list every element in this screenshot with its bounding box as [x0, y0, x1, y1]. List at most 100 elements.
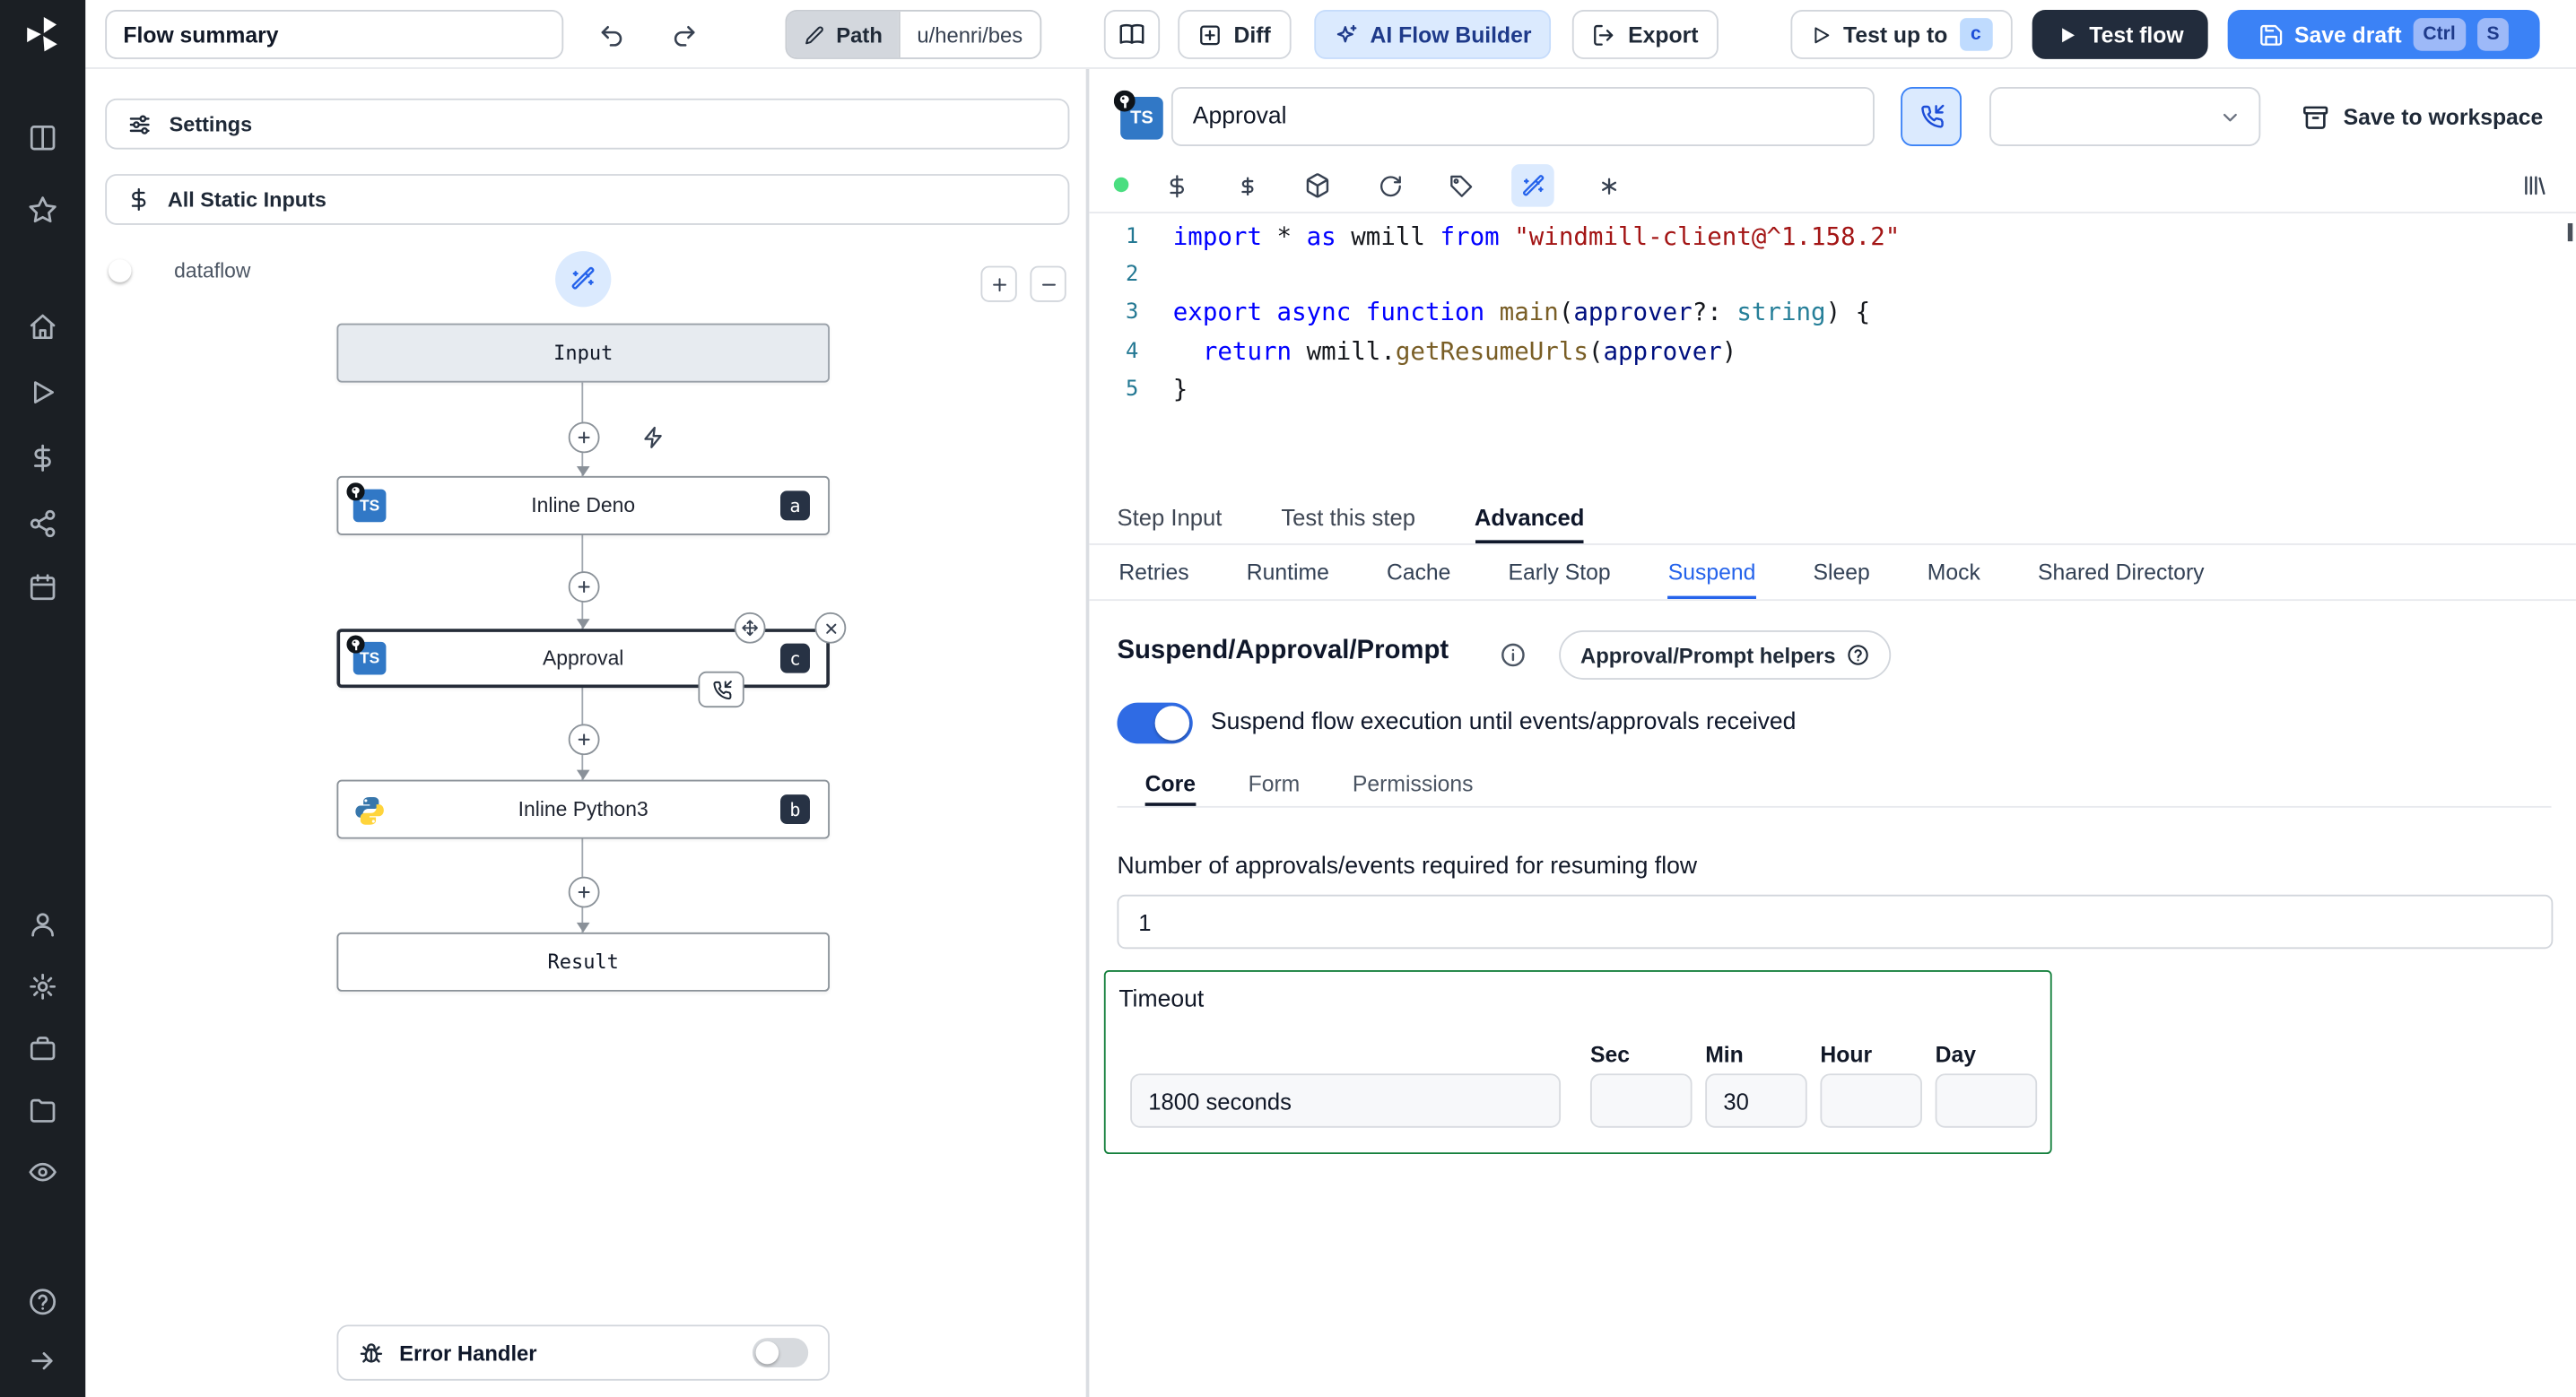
tab-core[interactable]: Core [1145, 763, 1196, 806]
redo-button[interactable] [656, 10, 711, 59]
static-inputs-button[interactable]: All Static Inputs [105, 174, 1070, 225]
nav-variables[interactable] [0, 435, 85, 481]
play-icon [1810, 24, 1832, 46]
tab-advanced[interactable]: Advanced [1475, 490, 1585, 543]
help-icon [28, 1287, 57, 1316]
timeout-day-input[interactable] [1935, 1073, 2038, 1128]
flow-settings-button[interactable]: Settings [105, 98, 1070, 150]
suspend-indicator-badge[interactable] [698, 671, 744, 708]
add-step-button[interactable] [567, 421, 599, 453]
nav-resources[interactable] [0, 500, 85, 546]
format-button[interactable] [1587, 164, 1630, 207]
panel-splitter[interactable] [1085, 68, 1090, 1397]
nav-help[interactable] [0, 1279, 85, 1324]
tab-retries[interactable]: Retries [1118, 545, 1188, 599]
add-step-button[interactable] [567, 723, 599, 755]
test-up-to-button[interactable]: Test up to c [1790, 9, 2013, 59]
suspend-toggle-button[interactable] [1901, 87, 1962, 146]
scrollbar-marker[interactable] [2566, 222, 2573, 242]
help-icon [1847, 644, 1870, 667]
code-editor[interactable]: 12345 import * as wmill from "windmill-c… [1089, 213, 2576, 486]
tab-shared-directory[interactable]: Shared Directory [2038, 545, 2205, 599]
left-nav-sidebar [0, 0, 86, 1397]
save-draft-button[interactable]: Save draft Ctrl S [2227, 9, 2540, 59]
windmill-logo-icon[interactable] [22, 13, 65, 56]
diff-button[interactable]: Diff [1178, 9, 1291, 59]
asterisk-icon [1596, 173, 1620, 197]
dependencies-button[interactable] [1296, 164, 1339, 207]
nav-audit[interactable] [0, 1150, 85, 1195]
library-icon [2522, 172, 2548, 198]
tab-mock[interactable]: Mock [1928, 545, 1980, 599]
topbar: Path u/henri/bes Diff AI Flow Builder Ex… [85, 0, 2576, 69]
save-draft-label: Save draft [2294, 22, 2402, 48]
step-name-input[interactable] [1171, 87, 1875, 146]
error-handler-row[interactable]: Error Handler [336, 1324, 830, 1381]
nav-folders[interactable] [0, 1089, 85, 1134]
timeout-hour-input[interactable] [1820, 1073, 1922, 1128]
nav-board[interactable] [0, 115, 85, 161]
timeout-summary-input[interactable] [1130, 1073, 1562, 1128]
arrow-down-icon [575, 465, 589, 476]
diff-icon [1197, 22, 1222, 47]
approval-prompt-helpers-button[interactable]: Approval/Prompt helpers [1559, 630, 1892, 680]
flow-node-result[interactable]: Result [336, 932, 830, 992]
tag-button[interactable] [1439, 164, 1482, 207]
tab-test-this-step[interactable]: Test this step [1281, 490, 1415, 543]
nav-workers[interactable] [0, 1026, 85, 1072]
plus-icon [574, 577, 592, 595]
add-step-button[interactable] [567, 570, 599, 602]
tab-step-input[interactable]: Step Input [1117, 490, 1222, 543]
flow-summary-input[interactable] [105, 9, 564, 59]
nav-favorites[interactable] [0, 187, 85, 233]
tab-permissions[interactable]: Permissions [1353, 763, 1474, 806]
phone-incoming-icon [710, 679, 732, 700]
helpers-button-label: Approval/Prompt helpers [1580, 642, 1836, 668]
nav-runs[interactable] [0, 369, 85, 415]
undo-button[interactable] [583, 10, 639, 59]
add-variable-button[interactable] [1155, 164, 1198, 207]
add-step-button[interactable] [567, 875, 599, 907]
save-to-workspace-button[interactable]: Save to workspace [2302, 87, 2543, 146]
reset-button[interactable] [1369, 164, 1412, 207]
ai-wand-button[interactable] [555, 251, 612, 308]
export-button[interactable]: Export [1571, 9, 1719, 59]
approvals-count-input[interactable] [1117, 894, 2554, 950]
tab-suspend[interactable]: Suspend [1668, 545, 1756, 599]
kbd-s: S [2476, 18, 2510, 51]
info-icon[interactable] [1500, 642, 1526, 668]
nav-collapse[interactable] [0, 1338, 85, 1384]
test-flow-button[interactable]: Test flow [2032, 9, 2208, 59]
script-version-select[interactable] [1989, 87, 2261, 146]
flow-node-inline-deno[interactable]: TS Inline Deno a [336, 475, 830, 535]
tab-cache[interactable]: Cache [1387, 545, 1450, 599]
add-trigger-button[interactable] [631, 419, 674, 455]
nav-users[interactable] [0, 901, 85, 947]
delete-node-button[interactable] [814, 612, 847, 644]
tab-runtime[interactable]: Runtime [1247, 545, 1329, 599]
move-node-button[interactable] [734, 612, 766, 644]
user-icon [28, 909, 57, 939]
timeout-sec-input[interactable] [1589, 1073, 1693, 1128]
ai-flow-builder-button[interactable]: AI Flow Builder [1314, 9, 1552, 59]
zoom-in-button[interactable] [980, 265, 1017, 302]
nav-settings[interactable] [0, 964, 85, 1010]
flow-node-input[interactable]: Input [336, 323, 830, 383]
step-id-badge: a [780, 490, 810, 521]
tab-form[interactable]: Form [1249, 763, 1301, 806]
flow-node-inline-python3[interactable]: Inline Python3 b [336, 779, 830, 839]
add-resource-button[interactable] [1225, 164, 1268, 207]
tab-sleep[interactable]: Sleep [1813, 545, 1869, 599]
path-control[interactable]: Path u/henri/bes [785, 9, 1041, 59]
ai-assistant-button[interactable] [1511, 164, 1554, 207]
tab-early-stop[interactable]: Early Stop [1509, 545, 1611, 599]
nav-home[interactable] [0, 304, 85, 350]
nav-schedules[interactable] [0, 565, 85, 611]
zoom-out-button[interactable] [1030, 265, 1066, 302]
step-title: Inline Python3 [518, 797, 648, 821]
suspend-enable-toggle[interactable] [1117, 702, 1193, 744]
error-handler-toggle[interactable] [752, 1338, 809, 1368]
docs-button[interactable] [1103, 9, 1161, 59]
timeout-min-input[interactable] [1705, 1073, 1807, 1128]
library-button[interactable] [2513, 164, 2556, 207]
